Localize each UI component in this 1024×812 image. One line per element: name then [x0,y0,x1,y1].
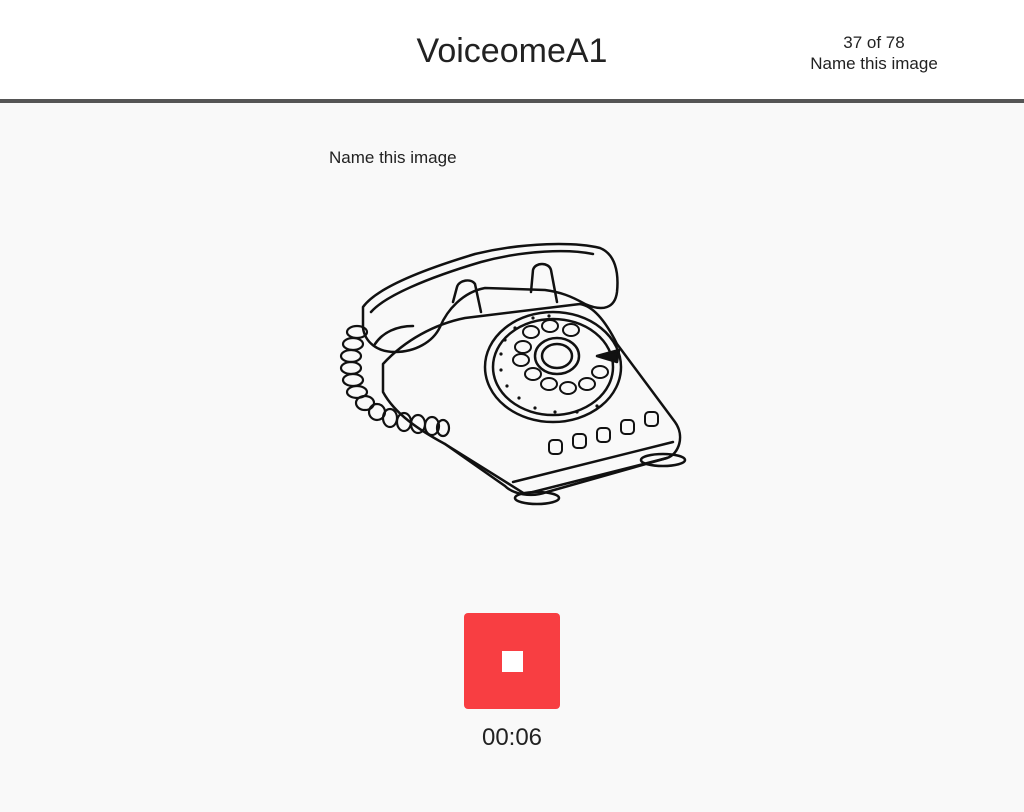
stop-icon [502,651,523,672]
task-prompt: Name this image [329,148,457,167]
task-name: Name this image [810,54,938,73]
rotary-telephone-icon [335,232,695,512]
progress-counter: 37 of 78 [843,33,905,52]
recording-timer: 00:06 [481,724,543,751]
top-header: VoiceomeA1 37 of 78 Name this image [0,0,1024,103]
task-progress: 37 of 78 Name this image [794,32,954,74]
stop-recording-button[interactable] [464,613,560,709]
